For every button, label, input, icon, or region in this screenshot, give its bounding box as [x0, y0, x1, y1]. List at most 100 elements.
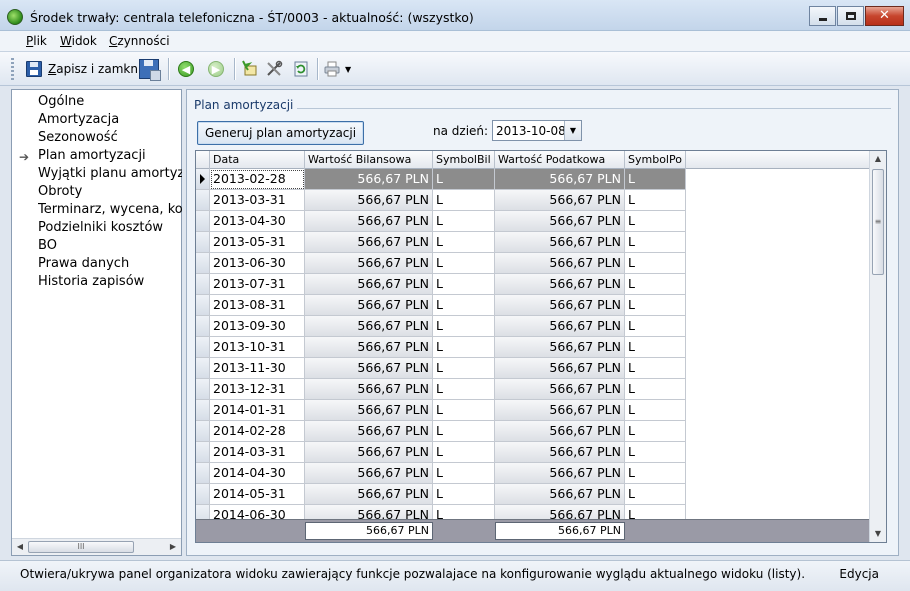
row-selector[interactable] [196, 274, 210, 295]
cell-symbol-po[interactable]: L [625, 358, 686, 379]
table-row[interactable]: 2014-04-30 566,67 PLN L 566,67 PLN L [196, 463, 871, 484]
row-selector[interactable] [196, 484, 210, 505]
cell-data[interactable]: 2013-06-30 [210, 253, 305, 274]
cell-wartosc-bilansowa[interactable]: 566,67 PLN [305, 253, 433, 274]
nav-horizontal-scrollbar[interactable]: ◀ III ▶ [12, 538, 181, 555]
cell-wartosc-bilansowa[interactable]: 566,67 PLN [305, 484, 433, 505]
row-selector[interactable] [196, 505, 210, 519]
row-selector[interactable] [196, 190, 210, 211]
cell-wartosc-podatkowa[interactable]: 566,67 PLN [495, 400, 625, 421]
header-symbol-po[interactable]: SymbolPo [625, 151, 686, 169]
row-selector[interactable] [196, 169, 210, 190]
table-row[interactable]: 2013-08-31 566,67 PLN L 566,67 PLN L [196, 295, 871, 316]
cell-wartosc-bilansowa[interactable]: 566,67 PLN [305, 337, 433, 358]
nav-item-obroty[interactable]: Obroty [38, 184, 182, 199]
cell-data[interactable]: 2014-06-30 [210, 505, 305, 519]
cell-symbol-po[interactable]: L [625, 421, 686, 442]
nav-item-ogolne[interactable]: Ogólne [38, 94, 182, 109]
cell-data[interactable]: 2014-02-28 [210, 421, 305, 442]
table-row[interactable]: 2013-05-31 566,67 PLN L 566,67 PLN L [196, 232, 871, 253]
cell-symbol-po[interactable]: L [625, 253, 686, 274]
cell-symbol-po[interactable]: L [625, 484, 686, 505]
cell-data[interactable]: 2013-11-30 [210, 358, 305, 379]
cell-symbol-bil[interactable]: L [433, 400, 495, 421]
cell-symbol-po[interactable]: L [625, 169, 686, 190]
cell-wartosc-podatkowa[interactable]: 566,67 PLN [495, 379, 625, 400]
print-button[interactable] [323, 58, 341, 80]
cell-data[interactable]: 2013-02-28 [210, 169, 305, 190]
cell-symbol-po[interactable]: L [625, 463, 686, 484]
row-selector[interactable] [196, 211, 210, 232]
cell-wartosc-podatkowa[interactable]: 566,67 PLN [495, 421, 625, 442]
cell-data[interactable]: 2013-10-31 [210, 337, 305, 358]
table-row[interactable]: 2013-09-30 566,67 PLN L 566,67 PLN L [196, 316, 871, 337]
date-dropdown-button[interactable]: ▼ [564, 121, 581, 140]
scroll-thumb[interactable]: III [28, 541, 134, 553]
cell-symbol-bil[interactable]: L [433, 295, 495, 316]
row-selector[interactable] [196, 400, 210, 421]
cell-wartosc-podatkowa[interactable]: 566,67 PLN [495, 274, 625, 295]
cell-data[interactable]: 2014-05-31 [210, 484, 305, 505]
cell-symbol-po[interactable]: L [625, 316, 686, 337]
cell-wartosc-podatkowa[interactable]: 566,67 PLN [495, 463, 625, 484]
cell-data[interactable]: 2013-04-30 [210, 211, 305, 232]
cell-wartosc-podatkowa[interactable]: 566,67 PLN [495, 358, 625, 379]
header-row-selector[interactable] [196, 151, 210, 169]
row-selector[interactable] [196, 316, 210, 337]
tools-button[interactable] [265, 58, 283, 80]
cell-symbol-bil[interactable]: L [433, 211, 495, 232]
cell-symbol-po[interactable]: L [625, 190, 686, 211]
cell-data[interactable]: 2014-04-30 [210, 463, 305, 484]
table-row[interactable]: 2013-10-31 566,67 PLN L 566,67 PLN L [196, 337, 871, 358]
row-selector[interactable] [196, 253, 210, 274]
cell-wartosc-bilansowa[interactable]: 566,67 PLN [305, 295, 433, 316]
cell-wartosc-bilansowa[interactable]: 566,67 PLN [305, 379, 433, 400]
cell-wartosc-bilansowa[interactable]: 566,67 PLN [305, 190, 433, 211]
table-row[interactable]: 2014-05-31 566,67 PLN L 566,67 PLN L [196, 484, 871, 505]
cell-wartosc-podatkowa[interactable]: 566,67 PLN [495, 232, 625, 253]
date-value[interactable]: 2013-10-08 [496, 124, 566, 138]
table-row[interactable]: 2014-01-31 566,67 PLN L 566,67 PLN L [196, 400, 871, 421]
cell-data[interactable]: 2013-07-31 [210, 274, 305, 295]
row-selector[interactable] [196, 463, 210, 484]
row-selector[interactable] [196, 421, 210, 442]
nav-item-historia[interactable]: Historia zapisów [38, 274, 182, 289]
cell-symbol-po[interactable]: L [625, 505, 686, 519]
nav-item-wyjatki-planu[interactable]: Wyjątki planu amortyzacji [38, 166, 182, 181]
table-row[interactable]: 2013-02-28 566,67 PLN L 566,67 PLN L [196, 169, 871, 190]
cell-symbol-bil[interactable]: L [433, 253, 495, 274]
cell-symbol-po[interactable]: L [625, 274, 686, 295]
cell-symbol-bil[interactable]: L [433, 484, 495, 505]
cell-symbol-po[interactable]: L [625, 232, 686, 253]
cell-data[interactable]: 2014-01-31 [210, 400, 305, 421]
cell-symbol-bil[interactable]: L [433, 169, 495, 190]
cell-wartosc-podatkowa[interactable]: 566,67 PLN [495, 316, 625, 337]
print-dropdown-button[interactable]: ▼ [345, 58, 351, 80]
cell-symbol-bil[interactable]: L [433, 232, 495, 253]
nav-item-amortyzacja[interactable]: Amortyzacja [38, 112, 182, 127]
scroll-left-icon[interactable]: ◀ [13, 540, 27, 554]
cell-symbol-bil[interactable]: L [433, 316, 495, 337]
cell-wartosc-bilansowa[interactable]: 566,67 PLN [305, 463, 433, 484]
add-button[interactable] [241, 58, 259, 80]
nav-item-plan-amortyzacji[interactable]: Plan amortyzacji [38, 148, 182, 163]
close-button[interactable]: ✕ [865, 6, 904, 26]
cell-symbol-bil[interactable]: L [433, 379, 495, 400]
table-row[interactable]: 2013-07-31 566,67 PLN L 566,67 PLN L [196, 274, 871, 295]
cell-symbol-po[interactable]: L [625, 337, 686, 358]
header-symbol-bil[interactable]: SymbolBil [433, 151, 495, 169]
cell-wartosc-bilansowa[interactable]: 566,67 PLN [305, 316, 433, 337]
generate-plan-button[interactable]: Generuj plan amortyzacji [197, 121, 364, 145]
scroll-down-icon[interactable]: ▼ [871, 527, 885, 541]
cell-wartosc-bilansowa[interactable]: 566,67 PLN [305, 421, 433, 442]
cell-symbol-po[interactable]: L [625, 442, 686, 463]
save-as-button[interactable] [139, 58, 161, 81]
table-row[interactable]: 2014-06-30 566,67 PLN L 566,67 PLN L [196, 505, 871, 519]
cell-wartosc-bilansowa[interactable]: 566,67 PLN [305, 505, 433, 519]
cell-wartosc-bilansowa[interactable]: 566,67 PLN [305, 274, 433, 295]
table-row[interactable]: 2013-06-30 566,67 PLN L 566,67 PLN L [196, 253, 871, 274]
cell-symbol-bil[interactable]: L [433, 505, 495, 519]
cell-symbol-bil[interactable]: L [433, 442, 495, 463]
refresh-button[interactable] [292, 58, 310, 80]
cell-symbol-bil[interactable]: L [433, 337, 495, 358]
